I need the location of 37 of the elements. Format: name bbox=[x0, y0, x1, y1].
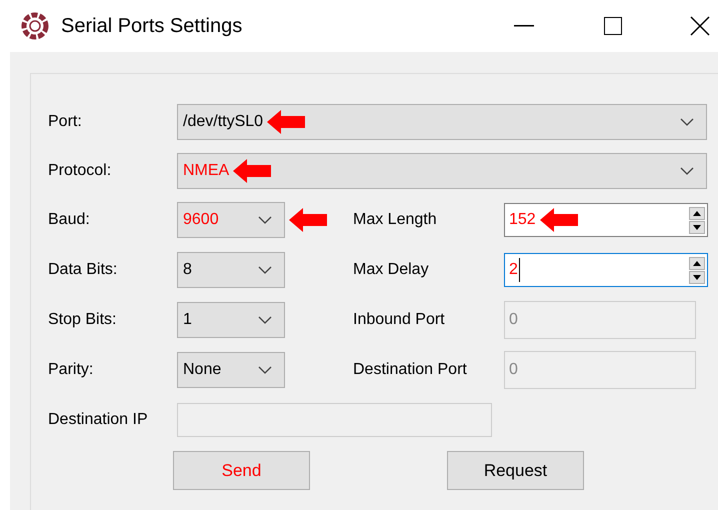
dropdown[interactable]: 8 bbox=[177, 252, 285, 288]
arrow-icon bbox=[540, 208, 578, 232]
chevron-down-icon bbox=[258, 216, 272, 224]
field-label: Port: bbox=[48, 112, 83, 132]
action-button[interactable]: Send bbox=[173, 451, 310, 490]
dropdown[interactable]: /dev/ttySL0 bbox=[177, 104, 707, 140]
dropdown[interactable]: None bbox=[177, 352, 285, 388]
number-field[interactable]: 2 bbox=[504, 253, 708, 287]
arrow-icon bbox=[233, 158, 272, 182]
field-label: Max Length bbox=[353, 210, 438, 230]
chevron-down-icon bbox=[680, 166, 694, 174]
maximize-icon[interactable] bbox=[604, 17, 622, 35]
field-label: Protocol: bbox=[48, 160, 112, 180]
dropdown[interactable]: 9600 bbox=[177, 202, 285, 238]
field-label: Destination Port bbox=[353, 360, 468, 380]
dropdown[interactable]: 1 bbox=[177, 302, 285, 338]
spin-buttons-icon[interactable] bbox=[689, 206, 705, 234]
action-button[interactable]: Request bbox=[447, 451, 584, 490]
chevron-down-icon bbox=[258, 366, 272, 374]
dropdown[interactable]: NMEA bbox=[177, 152, 707, 188]
chevron-down-icon bbox=[680, 118, 694, 126]
field-label: Stop Bits: bbox=[48, 310, 118, 330]
field-label: Inbound Port bbox=[353, 310, 446, 330]
close-icon[interactable] bbox=[690, 16, 710, 36]
arrow-icon bbox=[289, 208, 327, 232]
field-label: Data Bits: bbox=[48, 260, 118, 280]
field-label: Max Delay bbox=[353, 260, 430, 280]
chevron-down-icon bbox=[258, 266, 272, 274]
window-title: Serial Ports Settings bbox=[61, 14, 242, 39]
chevron-down-icon bbox=[258, 316, 272, 324]
number-field[interactable]: 152 bbox=[504, 203, 708, 237]
app-logo-icon bbox=[20, 11, 50, 41]
spin-buttons-icon[interactable] bbox=[689, 256, 705, 284]
arrow-icon bbox=[267, 110, 306, 134]
field-label: Baud: bbox=[48, 210, 91, 230]
field-label: Parity: bbox=[48, 360, 94, 380]
field-label: Destination IP bbox=[48, 410, 149, 430]
